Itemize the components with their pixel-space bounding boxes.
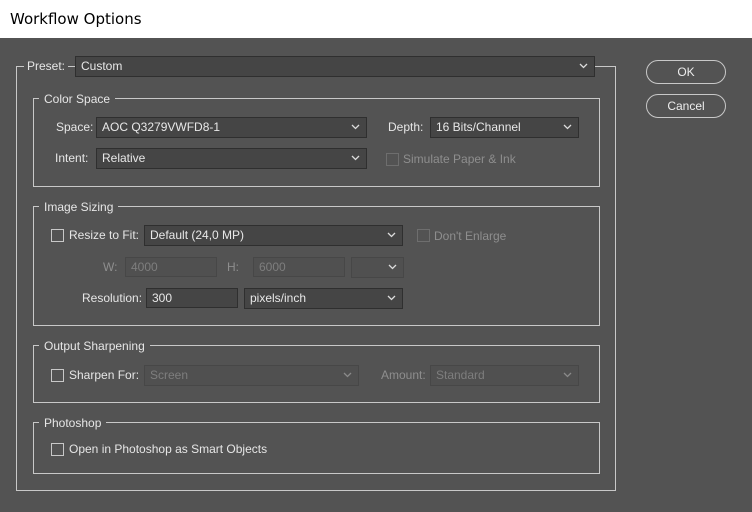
chevron-down-icon (563, 372, 572, 378)
resize-to-fit-value: Default (24,0 MP) (150, 228, 245, 242)
smart-objects-checkbox[interactable] (51, 443, 64, 456)
amount-label: Amount: (381, 368, 426, 382)
resolution-unit-dropdown[interactable]: pixels/inch (244, 288, 403, 309)
window-title: Workflow Options (10, 10, 142, 28)
space-value: AOC Q3279VWFD8-1 (102, 120, 221, 134)
chevron-down-icon (351, 155, 360, 161)
chevron-down-icon (351, 124, 360, 130)
intent-value: Relative (102, 151, 146, 165)
height-label: H: (227, 260, 239, 274)
dont-enlarge-label: Don't Enlarge (434, 229, 507, 243)
chevron-down-icon (387, 295, 396, 301)
height-input[interactable]: 6000 (253, 257, 345, 277)
color-space-legend: Color Space (39, 92, 116, 106)
resize-to-fit-checkbox[interactable] (51, 229, 64, 242)
sharpen-for-label: Sharpen For: (69, 368, 140, 382)
simulate-paper-checkbox[interactable] (386, 153, 399, 166)
preset-label: Preset: (24, 56, 69, 76)
dont-enlarge-checkbox[interactable] (417, 229, 430, 242)
resize-to-fit-label: Resize to Fit: (69, 228, 140, 242)
resolution-label: Resolution: (82, 291, 143, 305)
preset-value: Custom (81, 59, 123, 73)
color-space-group (33, 98, 600, 187)
chevron-down-icon (563, 124, 572, 130)
space-dropdown[interactable]: AOC Q3279VWFD8-1 (96, 117, 367, 138)
smart-objects-label: Open in Photoshop as Smart Objects (69, 442, 268, 456)
width-label: W: (103, 260, 118, 274)
photoshop-legend: Photoshop (39, 416, 107, 430)
amount-value: Standard (436, 368, 485, 382)
output-sharpening-legend: Output Sharpening (39, 339, 150, 353)
cancel-button[interactable]: Cancel (646, 94, 726, 118)
depth-label: Depth: (388, 120, 424, 134)
width-input[interactable]: 4000 (125, 257, 217, 277)
ok-button[interactable]: OK (646, 60, 726, 84)
amount-dropdown[interactable]: Standard (430, 365, 579, 386)
space-label: Space: (56, 120, 94, 134)
sharpen-for-checkbox[interactable] (51, 369, 64, 382)
sharpen-for-dropdown[interactable]: Screen (144, 365, 359, 386)
resolution-unit-value: pixels/inch (250, 291, 307, 305)
size-unit-dropdown[interactable] (351, 257, 404, 278)
chevron-down-icon (388, 264, 397, 270)
depth-dropdown[interactable]: 16 Bits/Channel (430, 117, 579, 138)
intent-label: Intent: (55, 151, 89, 165)
chevron-down-icon (387, 232, 396, 238)
preset-dropdown[interactable]: Custom (75, 56, 595, 77)
title-bar: Workflow Options (0, 0, 752, 38)
chevron-down-icon (343, 372, 352, 378)
depth-value: 16 Bits/Channel (436, 120, 521, 134)
resize-to-fit-dropdown[interactable]: Default (24,0 MP) (144, 225, 403, 246)
sharpen-for-value: Screen (150, 368, 189, 382)
chevron-down-icon (579, 63, 588, 69)
resolution-input[interactable]: 300 (146, 288, 238, 308)
intent-dropdown[interactable]: Relative (96, 148, 367, 169)
image-sizing-legend: Image Sizing (39, 200, 119, 214)
simulate-paper-label: Simulate Paper & Ink (403, 152, 516, 166)
